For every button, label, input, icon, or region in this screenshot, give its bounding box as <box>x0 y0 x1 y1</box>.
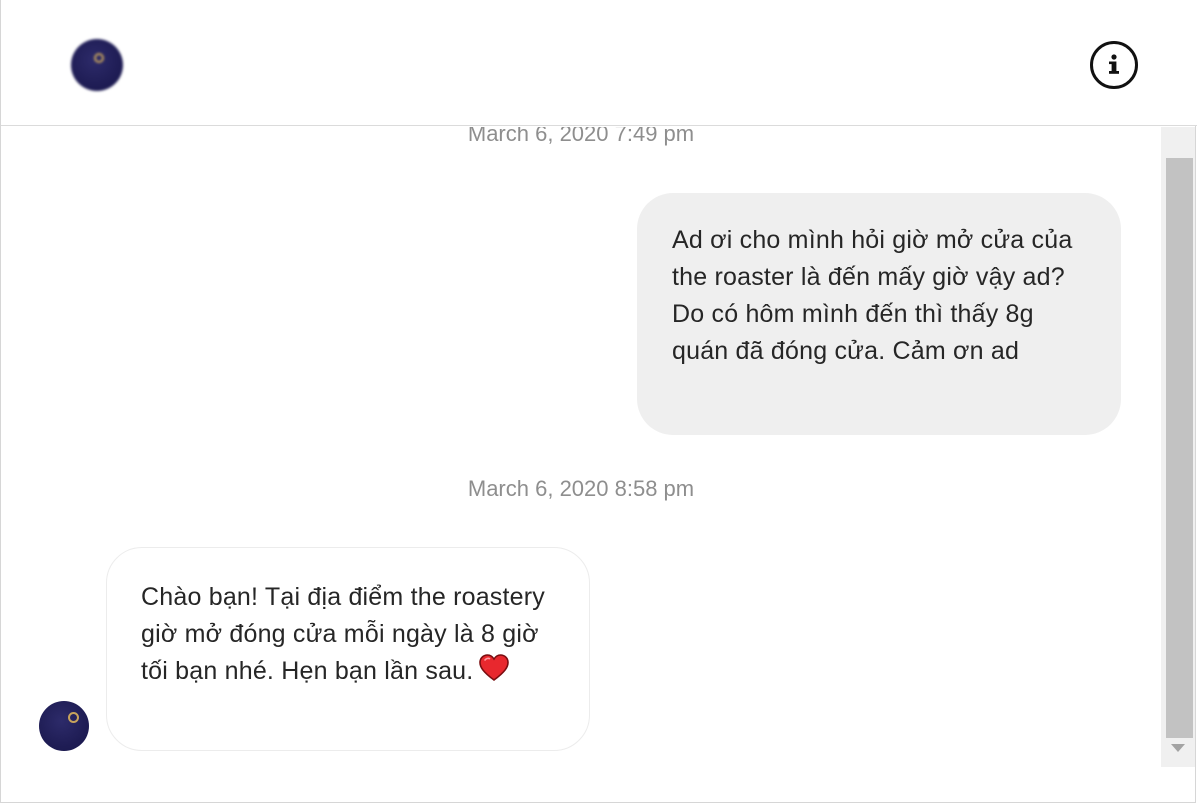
red-heart-icon <box>479 654 510 693</box>
message-text: Ad ơi cho mình hỏi giờ mở cửa của the ro… <box>672 226 1073 365</box>
scrollbar-thumb[interactable] <box>1166 158 1193 738</box>
info-icon[interactable] <box>1090 41 1138 89</box>
scroll-down-arrow-icon[interactable] <box>1171 744 1185 752</box>
message-timestamp: March 6, 2020 7:49 pm <box>467 127 695 146</box>
info-glyph <box>1109 54 1119 74</box>
vertical-scrollbar[interactable] <box>1161 127 1195 767</box>
avatar-logo-mark <box>94 53 104 63</box>
avatar-logo-mark <box>67 711 79 723</box>
message-thread[interactable]: March 6, 2020 7:49 pm Ad ơi cho mình hỏi… <box>1 127 1161 803</box>
incoming-message-bubble[interactable]: Chào bạn! Tại địa điểm the roastery giờ … <box>106 547 590 751</box>
outgoing-message-bubble[interactable]: Ad ơi cho mình hỏi giờ mở cửa của the ro… <box>637 193 1121 435</box>
sender-avatar[interactable] <box>39 701 89 751</box>
chat-window: March 6, 2020 7:49 pm Ad ơi cho mình hỏi… <box>0 0 1197 803</box>
profile-avatar[interactable] <box>71 39 123 91</box>
message-timestamp: March 6, 2020 8:58 pm <box>467 476 695 501</box>
chat-header <box>1 0 1197 126</box>
